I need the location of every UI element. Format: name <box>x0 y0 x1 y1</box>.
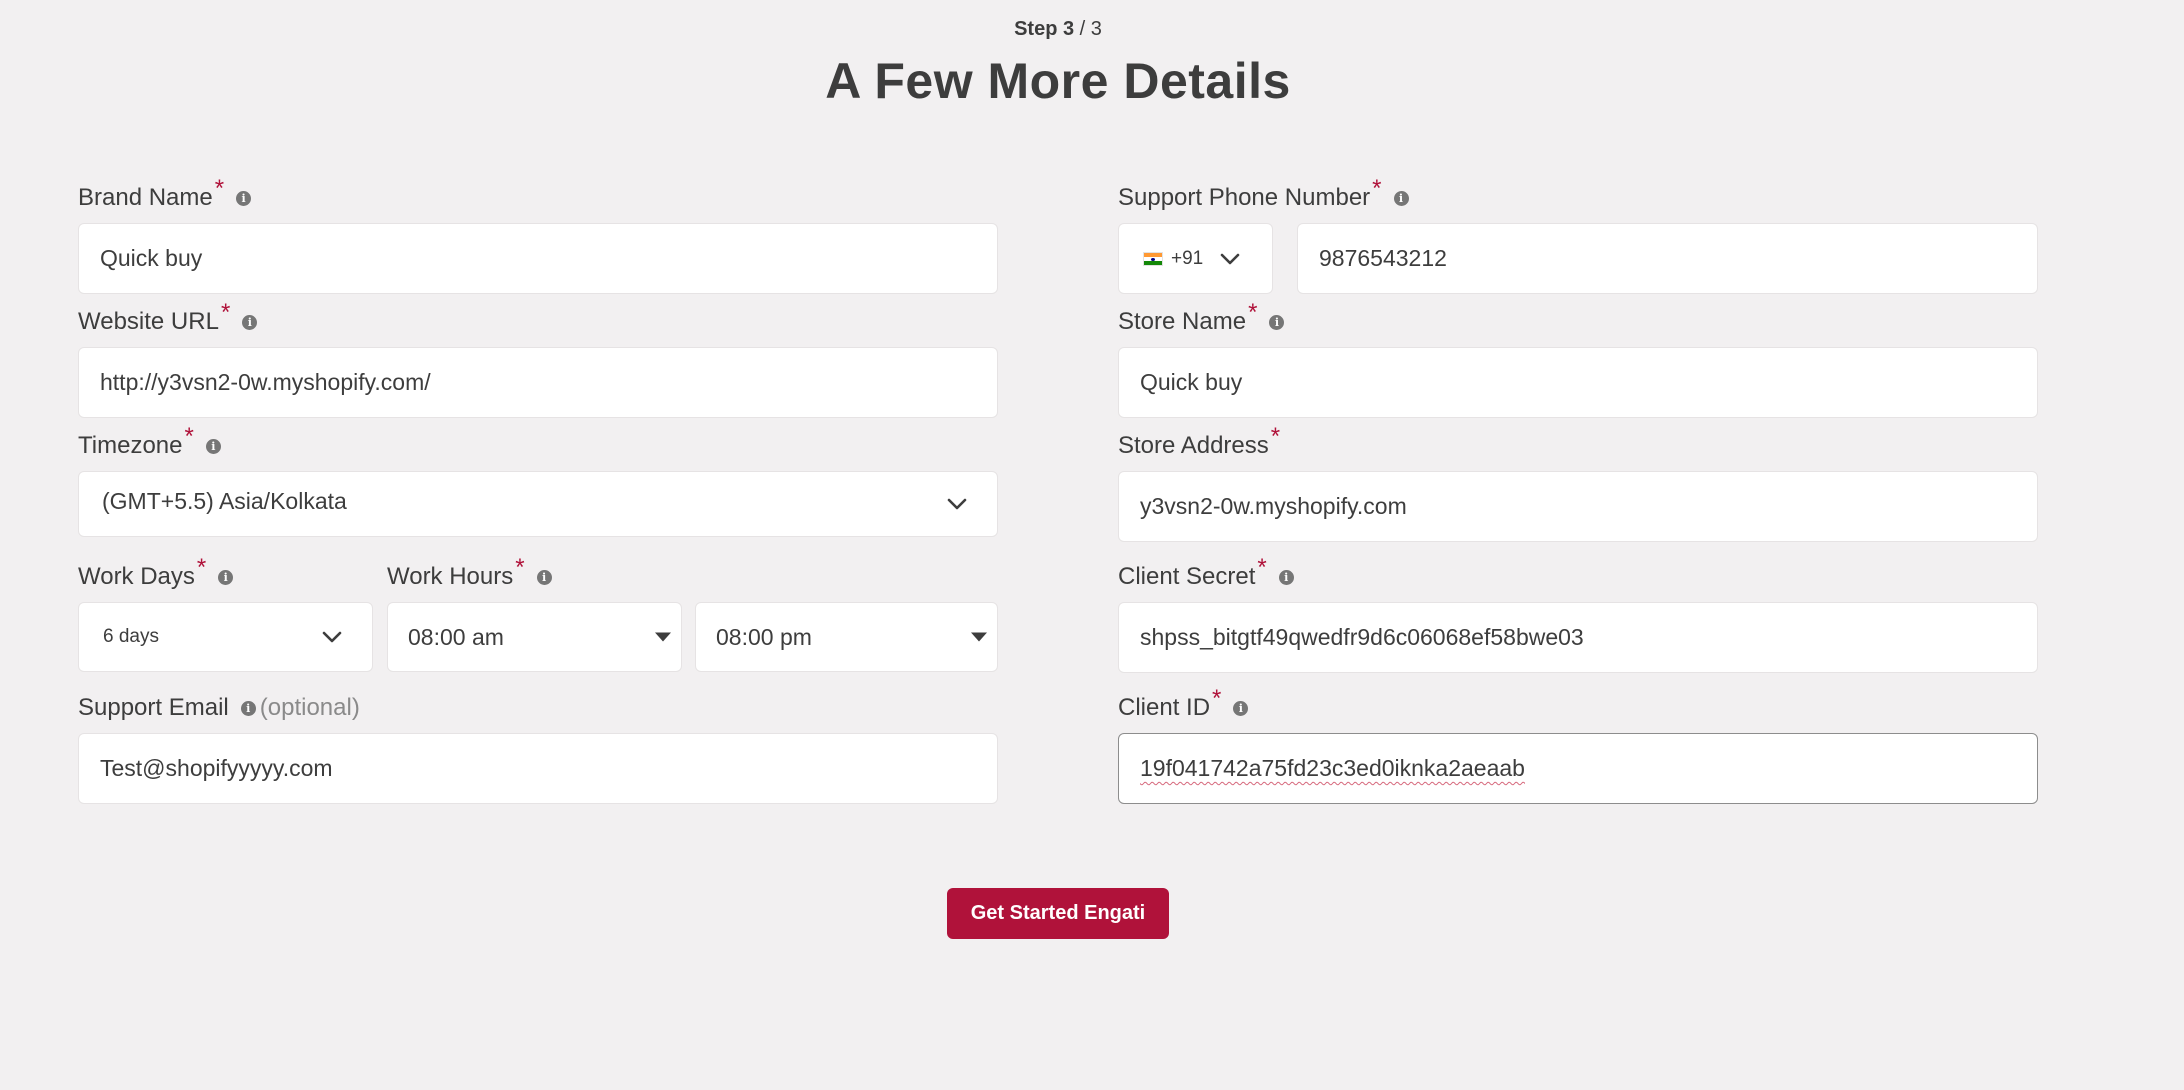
step-current: Step 3 <box>1014 18 1075 40</box>
info-icon[interactable]: i <box>218 569 234 585</box>
client-secret-input[interactable]: shpss_bitgtf49qwedfr9d6c06068ef58bwe03 <box>1118 602 2038 673</box>
info-icon[interactable]: i <box>242 314 258 330</box>
info-icon[interactable]: i <box>205 438 221 454</box>
brand-name-input[interactable]: Quick buy <box>78 223 998 294</box>
client-id-input[interactable]: 19f041742a75fd23c3ed0iknka2aeaab <box>1118 733 2038 804</box>
work-days-label: Work Days * i <box>78 554 234 591</box>
support-email-input[interactable]: Test@shopifyyyyy.com <box>78 733 998 804</box>
caret-down-icon <box>971 632 987 642</box>
step-indicator: Step 3 / 3 <box>0 18 2116 41</box>
website-url-input[interactable]: http://y3vsn2-0w.myshopify.com/ <box>78 347 998 418</box>
store-name-label: Store Name * i <box>1118 299 1285 336</box>
store-address-input[interactable]: y3vsn2-0w.myshopify.com <box>1118 471 2038 542</box>
website-url-label: Website URL * i <box>78 299 258 336</box>
store-address-label: Store Address * <box>1118 423 1281 459</box>
store-name-input[interactable]: Quick buy <box>1118 347 2038 418</box>
required-mark: * <box>214 175 225 202</box>
required-mark: * <box>1270 423 1281 450</box>
work-days-select[interactable]: 6 days <box>78 602 373 672</box>
required-mark: * <box>220 299 231 326</box>
country-code-select[interactable]: +91 <box>1118 223 1273 294</box>
india-flag-icon <box>1143 251 1163 266</box>
work-hours-end-select[interactable]: 08:00 pm <box>695 602 998 672</box>
required-mark: * <box>1212 685 1222 712</box>
chevron-down-icon <box>322 631 342 643</box>
support-email-label: Support Email i (optional) <box>78 694 360 721</box>
client-secret-label: Client Secret * i <box>1118 554 1294 591</box>
info-icon[interactable]: i <box>536 569 552 585</box>
chevron-down-icon <box>1220 253 1240 264</box>
info-icon[interactable]: i <box>1269 314 1285 330</box>
info-icon[interactable]: i <box>1393 190 1409 206</box>
required-mark: * <box>184 423 194 450</box>
info-icon[interactable]: i <box>240 700 256 716</box>
work-hours-label: Work Hours * i <box>387 554 552 591</box>
chevron-down-icon <box>947 498 967 510</box>
support-phone-label: Support Phone Number * i <box>1118 175 1409 212</box>
info-icon[interactable]: i <box>1278 569 1294 585</box>
required-mark: * <box>515 554 525 581</box>
info-icon[interactable]: i <box>236 190 252 206</box>
page-title: A Few More Details <box>825 53 1291 109</box>
timezone-select[interactable]: (GMT+5.5) Asia/Kolkata <box>78 471 998 537</box>
timezone-label: Timezone * i <box>78 423 221 460</box>
work-hours-start-select[interactable]: 08:00 am <box>387 602 682 672</box>
caret-down-icon <box>655 632 671 642</box>
required-mark: * <box>1248 299 1258 326</box>
required-mark: * <box>1257 554 1267 581</box>
get-started-button[interactable]: Get Started Engati <box>947 888 1169 939</box>
brand-name-label: Brand Name * i <box>78 175 252 212</box>
support-phone-input[interactable]: 9876543212 <box>1297 223 2038 294</box>
step-total: / 3 <box>1079 18 1102 40</box>
form-page: Step 3 / 3 A Few More Details Brand Name… <box>0 0 2184 1090</box>
info-icon[interactable]: i <box>1233 700 1249 716</box>
optional-tag: (optional) <box>259 694 360 721</box>
required-mark: * <box>1372 175 1382 202</box>
client-id-label: Client ID * i <box>1118 685 1249 722</box>
required-mark: * <box>196 554 207 581</box>
